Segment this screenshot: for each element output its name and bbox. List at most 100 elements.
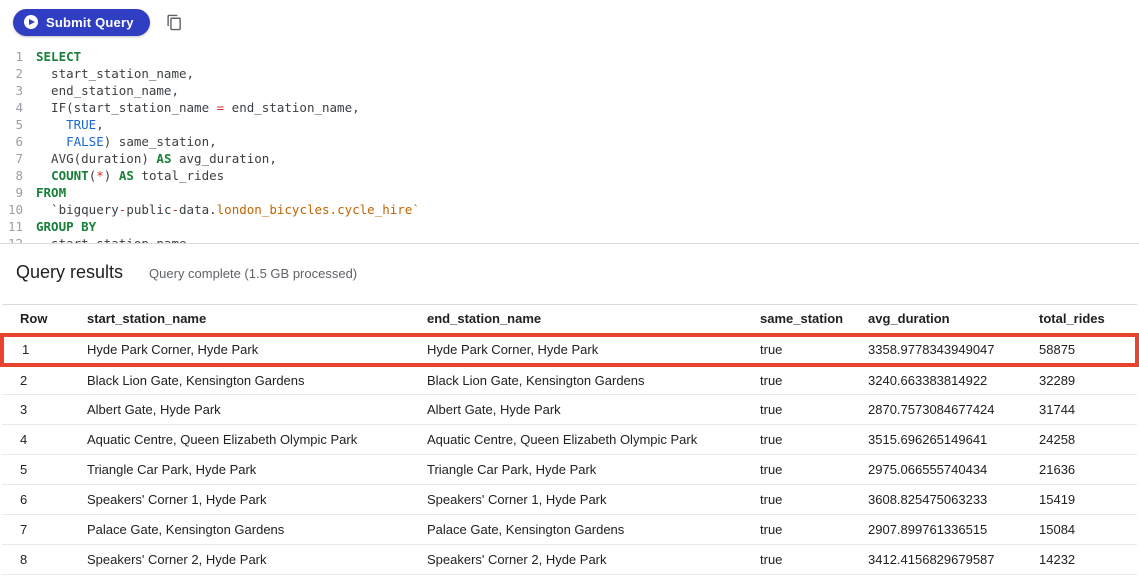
query-status: Query complete (1.5 GB processed) bbox=[149, 266, 357, 281]
table-cell: 2870.7573084677424 bbox=[868, 395, 1039, 425]
code-text: start_station_name bbox=[36, 235, 187, 244]
code-line: 5 TRUE, bbox=[0, 116, 1139, 133]
table-cell: 3515.696265149641 bbox=[868, 425, 1039, 455]
table-cell: 2907.899761336515 bbox=[868, 515, 1039, 545]
table-cell: true bbox=[760, 485, 868, 515]
table-cell: true bbox=[760, 395, 868, 425]
table-cell: 58875 bbox=[1039, 335, 1137, 365]
column-header: same_station bbox=[760, 305, 868, 335]
table-cell: Hyde Park Corner, Hyde Park bbox=[87, 335, 427, 365]
column-header: avg_duration bbox=[868, 305, 1039, 335]
line-number: 2 bbox=[0, 65, 36, 82]
table-cell: Albert Gate, Hyde Park bbox=[427, 395, 760, 425]
table-cell: Speakers' Corner 1, Hyde Park bbox=[87, 485, 427, 515]
line-number: 12 bbox=[0, 235, 36, 244]
sql-editor[interactable]: 1SELECT2 start_station_name,3 end_statio… bbox=[0, 44, 1139, 244]
line-number: 9 bbox=[0, 184, 36, 201]
code-text: IF(start_station_name = end_station_name… bbox=[36, 99, 360, 116]
code-text: TRUE, bbox=[36, 116, 104, 133]
table-cell: 15419 bbox=[1039, 485, 1137, 515]
column-header: total_rides bbox=[1039, 305, 1137, 335]
content-copy-glyph bbox=[166, 13, 183, 32]
code-lines: 1SELECT2 start_station_name,3 end_statio… bbox=[0, 48, 1139, 244]
table-cell: true bbox=[760, 455, 868, 485]
table-cell: Black Lion Gate, Kensington Gardens bbox=[87, 365, 427, 395]
table-header-row: Rowstart_station_nameend_station_namesam… bbox=[2, 305, 1137, 335]
table-cell: Triangle Car Park, Hyde Park bbox=[427, 455, 760, 485]
table-row[interactable]: 7Palace Gate, Kensington GardensPalace G… bbox=[2, 515, 1137, 545]
code-line: 12 start_station_name bbox=[0, 235, 1139, 244]
table-cell: Palace Gate, Kensington Gardens bbox=[427, 515, 760, 545]
code-text: COUNT(*) AS total_rides bbox=[36, 167, 224, 184]
table-cell: 2 bbox=[2, 365, 87, 395]
table-cell: Triangle Car Park, Hyde Park bbox=[87, 455, 427, 485]
table-cell: 4 bbox=[2, 425, 87, 455]
table-row[interactable]: 8Speakers' Corner 2, Hyde ParkSpeakers' … bbox=[2, 545, 1137, 575]
table-cell: 7 bbox=[2, 515, 87, 545]
results-header: Query results Query complete (1.5 GB pro… bbox=[0, 244, 1139, 283]
table-cell: 3412.4156829679587 bbox=[868, 545, 1039, 575]
line-number: 8 bbox=[0, 167, 36, 184]
table-cell: Black Lion Gate, Kensington Gardens bbox=[427, 365, 760, 395]
table-row[interactable]: 6Speakers' Corner 1, Hyde ParkSpeakers' … bbox=[2, 485, 1137, 515]
code-line: 2 start_station_name, bbox=[0, 65, 1139, 82]
code-text: `bigquery-public-data.london_bicycles.cy… bbox=[36, 201, 420, 218]
code-text: start_station_name, bbox=[36, 65, 194, 82]
table-row[interactable]: 4Aquatic Centre, Queen Elizabeth Olympic… bbox=[2, 425, 1137, 455]
table-cell: 15084 bbox=[1039, 515, 1137, 545]
line-number: 10 bbox=[0, 201, 36, 218]
play-icon bbox=[24, 15, 38, 29]
line-number: 6 bbox=[0, 133, 36, 150]
table-cell: 3240.663383814922 bbox=[868, 365, 1039, 395]
table-cell: 6 bbox=[2, 485, 87, 515]
table-cell: 2975.066555740434 bbox=[868, 455, 1039, 485]
column-header: Row bbox=[2, 305, 87, 335]
table-cell: Hyde Park Corner, Hyde Park bbox=[427, 335, 760, 365]
table-cell: Aquatic Centre, Queen Elizabeth Olympic … bbox=[87, 425, 427, 455]
toolbar: Submit Query bbox=[0, 0, 1139, 44]
line-number: 11 bbox=[0, 218, 36, 235]
submit-query-button[interactable]: Submit Query bbox=[13, 9, 150, 36]
code-text: GROUP BY bbox=[36, 218, 96, 235]
code-line: 3 end_station_name, bbox=[0, 82, 1139, 99]
table-body: 1Hyde Park Corner, Hyde ParkHyde Park Co… bbox=[2, 335, 1137, 575]
results-table: Rowstart_station_nameend_station_namesam… bbox=[0, 304, 1139, 575]
code-text: SELECT bbox=[36, 48, 81, 65]
line-number: 3 bbox=[0, 82, 36, 99]
table-cell: true bbox=[760, 545, 868, 575]
table-row[interactable]: 1Hyde Park Corner, Hyde ParkHyde Park Co… bbox=[2, 335, 1137, 365]
submit-query-label: Submit Query bbox=[46, 15, 134, 30]
line-number: 7 bbox=[0, 150, 36, 167]
table-cell: Aquatic Centre, Queen Elizabeth Olympic … bbox=[427, 425, 760, 455]
code-line: 8 COUNT(*) AS total_rides bbox=[0, 167, 1139, 184]
code-text: FALSE) same_station, bbox=[36, 133, 217, 150]
table-cell: 31744 bbox=[1039, 395, 1137, 425]
code-line: 6 FALSE) same_station, bbox=[0, 133, 1139, 150]
table-cell: 5 bbox=[2, 455, 87, 485]
line-number: 4 bbox=[0, 99, 36, 116]
code-line: 4 IF(start_station_name = end_station_na… bbox=[0, 99, 1139, 116]
query-results-panel: Query results Query complete (1.5 GB pro… bbox=[0, 244, 1139, 575]
code-text: FROM bbox=[36, 184, 66, 201]
code-line: 7 AVG(duration) AS avg_duration, bbox=[0, 150, 1139, 167]
table-cell: true bbox=[760, 425, 868, 455]
table-cell: 3358.9778343949047 bbox=[868, 335, 1039, 365]
table-cell: Speakers' Corner 2, Hyde Park bbox=[427, 545, 760, 575]
table-cell: 21636 bbox=[1039, 455, 1137, 485]
copy-icon[interactable] bbox=[166, 13, 183, 32]
table-cell: 24258 bbox=[1039, 425, 1137, 455]
code-line: 9FROM bbox=[0, 184, 1139, 201]
code-text: AVG(duration) AS avg_duration, bbox=[36, 150, 277, 167]
code-line: 10 `bigquery-public-data.london_bicycles… bbox=[0, 201, 1139, 218]
table-row[interactable]: 3Albert Gate, Hyde ParkAlbert Gate, Hyde… bbox=[2, 395, 1137, 425]
line-number: 5 bbox=[0, 116, 36, 133]
table-cell: 3 bbox=[2, 395, 87, 425]
table-cell: true bbox=[760, 365, 868, 395]
table-cell: 14232 bbox=[1039, 545, 1137, 575]
code-line: 1SELECT bbox=[0, 48, 1139, 65]
table-row[interactable]: 5Triangle Car Park, Hyde ParkTriangle Ca… bbox=[2, 455, 1137, 485]
table-cell: 32289 bbox=[1039, 365, 1137, 395]
table-cell: Albert Gate, Hyde Park bbox=[87, 395, 427, 425]
table-row[interactable]: 2Black Lion Gate, Kensington GardensBlac… bbox=[2, 365, 1137, 395]
table-cell: Speakers' Corner 2, Hyde Park bbox=[87, 545, 427, 575]
